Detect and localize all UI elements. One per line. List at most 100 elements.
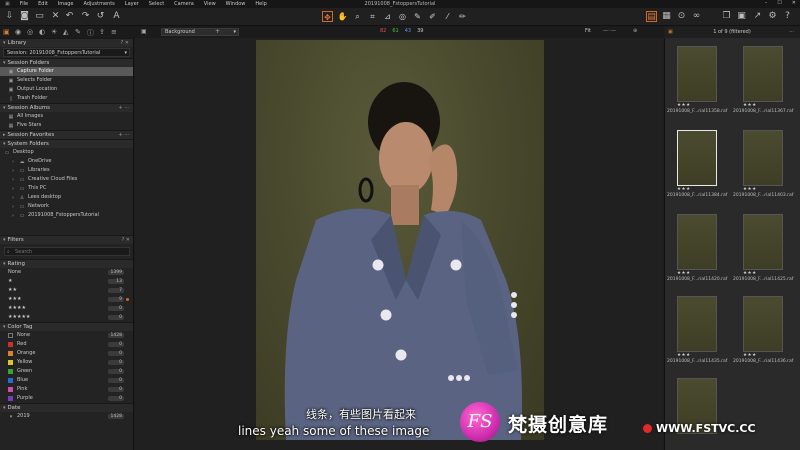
album-all-images[interactable]: ▦ All Images bbox=[0, 112, 133, 121]
reset-icon[interactable]: ↺ bbox=[95, 11, 106, 22]
thumbnail-selected[interactable]: ★★★ 20191008_F...rial11384.raf bbox=[665, 130, 727, 198]
expand-icon[interactable]: › bbox=[10, 213, 16, 219]
delete-icon[interactable]: ✕ bbox=[50, 11, 61, 22]
minimize-button[interactable]: – bbox=[765, 0, 768, 6]
session-select[interactable]: Session: 20191008_FstoppersTutorial ▾ bbox=[3, 48, 130, 57]
menu-camera[interactable]: Camera bbox=[169, 1, 199, 7]
expand-icon[interactable]: › bbox=[10, 168, 16, 174]
thumbnail-stars[interactable]: ★★★ bbox=[677, 103, 691, 108]
color-tag-blue[interactable]: Blue 0 bbox=[0, 376, 133, 385]
folder-trash[interactable]: ▯ Trash Folder bbox=[0, 94, 133, 103]
thumbnail-stars[interactable]: ★★★ bbox=[743, 103, 757, 108]
album-five-stars[interactable]: ▦ Five Stars bbox=[0, 121, 133, 130]
thumbnail-stars[interactable]: ★★★ bbox=[743, 353, 757, 358]
session-favorites-header[interactable]: ▸ Session Favorites + ··· bbox=[0, 130, 133, 139]
menu-image[interactable]: Image bbox=[53, 1, 79, 7]
expand-icon[interactable]: › bbox=[10, 186, 16, 192]
copy-icon[interactable]: ❐ bbox=[721, 11, 732, 22]
folder-selects[interactable]: ▣ Selects Folder bbox=[0, 76, 133, 85]
background-select[interactable]: Background ▾ bbox=[161, 28, 239, 36]
color-tag-pink[interactable]: Pink 0 bbox=[0, 385, 133, 394]
app-icon[interactable]: ▣ bbox=[0, 1, 15, 7]
annotate-tool-icon[interactable]: ✏ bbox=[457, 11, 468, 22]
auto-adjust-icon[interactable]: A bbox=[111, 11, 122, 22]
main-photo[interactable] bbox=[256, 40, 544, 440]
proof-icon[interactable]: ∞ bbox=[691, 11, 702, 22]
color-tag-header[interactable]: ▾ Color Tag bbox=[0, 322, 133, 331]
rating-4[interactable]: ★★★★ 0 bbox=[0, 304, 133, 313]
library-tab-icon[interactable]: ▣ bbox=[3, 28, 10, 36]
color-tag-yellow[interactable]: Yellow 0 bbox=[0, 358, 133, 367]
menu-file[interactable]: File bbox=[15, 1, 33, 7]
brush-tool-icon[interactable]: ✐ bbox=[427, 11, 438, 22]
browser-view-icon[interactable]: ▣ bbox=[668, 26, 673, 38]
gradient-tool-icon[interactable]: ⁄ bbox=[442, 11, 453, 22]
thumbnail-stars[interactable]: ★★★ bbox=[743, 187, 757, 192]
output-tab-icon[interactable]: ⇪ bbox=[99, 28, 105, 36]
thumbnail[interactable]: ★★★ 20191008_F...rial11420.raf bbox=[665, 214, 727, 282]
lens-tab-icon[interactable]: ◎ bbox=[27, 28, 33, 36]
folder-output[interactable]: ▣ Output Location bbox=[0, 85, 133, 94]
thumbnail[interactable]: ★★★ 20191008_F...rial11403.raf bbox=[731, 130, 793, 198]
add-favorite-icon[interactable]: + ··· bbox=[118, 131, 129, 140]
zoom-tool-icon[interactable]: ⌕ bbox=[352, 11, 363, 22]
system-folders-header[interactable]: ▾ System Folders bbox=[0, 139, 133, 148]
sys-folder-onedrive[interactable]: › ☁ OneDrive bbox=[0, 157, 133, 166]
picker-tool-icon[interactable]: ✎ bbox=[412, 11, 423, 22]
color-tag-green[interactable]: Green 0 bbox=[0, 367, 133, 376]
thumbnail-stars[interactable]: ★★★ bbox=[677, 353, 691, 358]
rating-5[interactable]: ★★★★★ 0 bbox=[0, 313, 133, 322]
date-2019[interactable]: ▾ 2019 1428 bbox=[0, 412, 133, 421]
paste-icon[interactable]: ▣ bbox=[736, 11, 747, 22]
sys-folder-network[interactable]: › ▭ Network bbox=[0, 202, 133, 211]
rating-1[interactable]: ★ 13 bbox=[0, 277, 133, 286]
add-layer-icon[interactable]: + bbox=[215, 28, 220, 35]
grid-view-icon[interactable]: ▦ bbox=[661, 11, 672, 22]
spot-tool-icon[interactable]: ◎ bbox=[397, 11, 408, 22]
help-icon[interactable]: ? bbox=[782, 11, 793, 22]
session-folders-header[interactable]: ▾ Session Folders bbox=[0, 58, 133, 67]
zoom-label[interactable]: Fit bbox=[585, 28, 591, 34]
color-tab-icon[interactable]: ◐ bbox=[39, 28, 45, 36]
close-button[interactable]: ✕ bbox=[792, 0, 796, 6]
color-tag-none[interactable]: None 1428 bbox=[0, 331, 133, 340]
expand-icon[interactable]: › bbox=[10, 177, 16, 183]
sys-folder-libraries[interactable]: › ▭ Libraries bbox=[0, 166, 133, 175]
rating-2[interactable]: ★★ 7 bbox=[0, 286, 133, 295]
redo-icon[interactable]: ↷ bbox=[80, 11, 91, 22]
layers-icon[interactable]: ▣ bbox=[141, 28, 147, 35]
expand-icon[interactable]: › bbox=[10, 195, 16, 201]
filters-header[interactable]: ▾ Filters? ✕ bbox=[0, 235, 133, 244]
thumbnail[interactable]: ★★★ 20191008_F...rial11435.raf bbox=[665, 296, 727, 364]
zoom-slider[interactable]: —◦— bbox=[603, 28, 616, 34]
sys-folder-creative-cloud[interactable]: › ▭ Creative Cloud Files bbox=[0, 175, 133, 184]
process-icon[interactable]: ⚙ bbox=[767, 11, 778, 22]
filters-search-input[interactable]: ⌕ Search bbox=[4, 247, 130, 256]
folder-capture[interactable]: ▣ Capture Folder bbox=[0, 67, 133, 76]
viewer-toggle-icon[interactable]: ▤ bbox=[646, 11, 657, 22]
expand-icon[interactable]: › bbox=[10, 159, 16, 165]
loupe-icon[interactable]: ⊙ bbox=[676, 11, 687, 22]
menu-adjustments[interactable]: Adjustments bbox=[78, 1, 119, 7]
thumbnail-stars[interactable]: ★★★ bbox=[677, 187, 691, 192]
thumbnail-stars[interactable]: ★★★ bbox=[743, 271, 757, 276]
pan-tool-icon[interactable]: ✋ bbox=[337, 11, 348, 22]
color-tag-orange[interactable]: Orange 0 bbox=[0, 349, 133, 358]
sys-folder-session[interactable]: › ▭ 20191008_FstoppersTutorial bbox=[0, 211, 133, 220]
exposure-tab-icon[interactable]: ☀ bbox=[51, 28, 57, 36]
details-tab-icon[interactable]: ◭ bbox=[63, 28, 68, 36]
expand-icon[interactable]: ▾ bbox=[8, 414, 14, 420]
batch-tab-icon[interactable]: ≡ bbox=[111, 28, 117, 36]
menu-window[interactable]: Window bbox=[221, 1, 251, 7]
zoom-in-icon[interactable]: ⊕ bbox=[633, 28, 637, 34]
menu-layer[interactable]: Layer bbox=[120, 1, 144, 7]
metadata-tab-icon[interactable]: ⓘ bbox=[87, 28, 94, 38]
menu-help[interactable]: Help bbox=[250, 1, 271, 7]
color-tag-red[interactable]: Red 0 bbox=[0, 340, 133, 349]
sys-folder-desktop[interactable]: ▭ Desktop bbox=[0, 148, 133, 157]
rating-header[interactable]: ▾ Rating bbox=[0, 259, 133, 268]
library-header[interactable]: ▾ Library? ✕ bbox=[0, 38, 133, 47]
thumbnail[interactable]: ★★★ 20191008_F...rial11367.raf bbox=[731, 46, 793, 114]
session-albums-header[interactable]: ▾ Session Albums + ··· bbox=[0, 103, 133, 112]
sys-folder-lees-desktop[interactable]: › ♙ Lees desktop bbox=[0, 193, 133, 202]
